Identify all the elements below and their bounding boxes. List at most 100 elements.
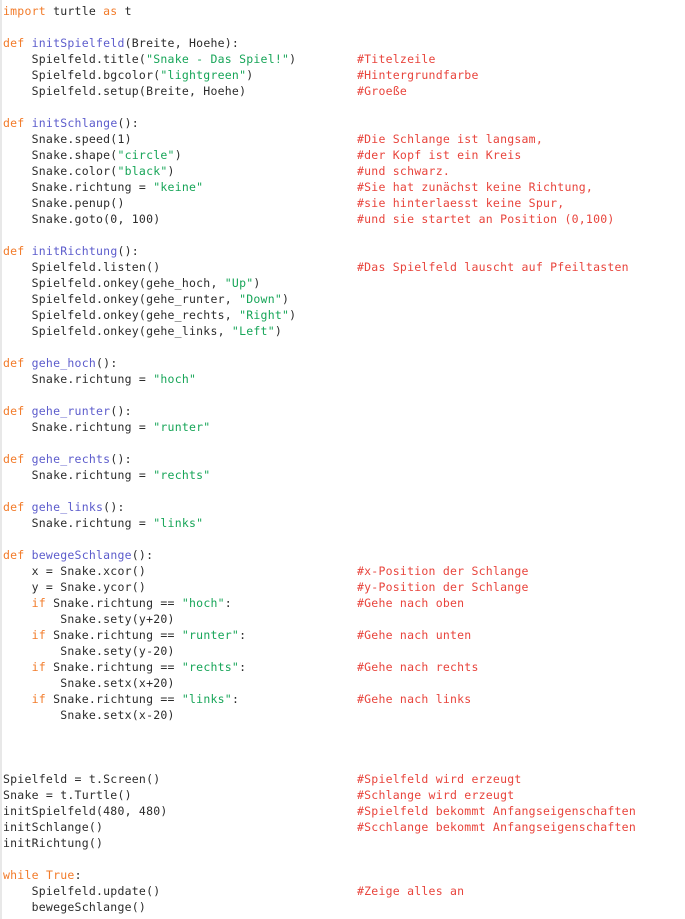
code-token-plain: Snake.richtung = — [3, 180, 154, 194]
code-comment: #Spielfeld wird erzeugt — [357, 772, 522, 786]
code-line[interactable] — [0, 339, 685, 355]
code-line[interactable] — [0, 755, 685, 771]
code-line-content: Snake.richtung = "keine" — [3, 180, 203, 194]
code-comment: #Hintergrundfarbe — [357, 68, 479, 82]
code-line[interactable]: if Snake.richtung == "links": #Gehe nach … — [0, 691, 685, 707]
code-line[interactable]: Snake.penup() #sie hinterlaesst keine Spu… — [0, 195, 685, 211]
code-line[interactable]: while True: — [0, 867, 685, 883]
code-line[interactable]: if Snake.richtung == "hoch": #Gehe nach o… — [0, 595, 685, 611]
code-line-content: def gehe_rechts(): — [3, 452, 132, 466]
code-line[interactable]: bewegeSchlange() — [0, 899, 685, 915]
code-line[interactable]: Spielfeld.setup(Breite, Hoehe) #Groeße — [0, 83, 685, 99]
code-token-string: "links" — [153, 516, 204, 530]
code-line[interactable]: Snake.speed(1) #Die Schlange ist langsam, — [0, 131, 685, 147]
code-line[interactable]: Snake.richtung = "runter" — [0, 419, 685, 435]
code-comment: #Titelzeile — [357, 52, 436, 66]
code-line[interactable] — [0, 739, 685, 755]
code-line[interactable] — [0, 723, 685, 739]
code-line[interactable]: initSpielfeld(480, 480) #Spielfeld bekomm… — [0, 803, 685, 819]
code-token-keyword: def — [3, 116, 25, 130]
code-token-def: gehe_runter — [31, 404, 111, 418]
code-token-plain: t — [117, 4, 132, 18]
code-line[interactable]: def gehe_runter(): — [0, 403, 685, 419]
code-token-def: initSchlange — [31, 116, 118, 130]
code-line-content: Spielfeld.setup(Breite, Hoehe) — [3, 84, 246, 98]
code-line[interactable]: Spielfeld = t.Screen() #Spielfeld wird er… — [0, 771, 685, 787]
code-line[interactable]: Snake.color("black") #und schwarz. — [0, 163, 685, 179]
code-line[interactable]: if Snake.richtung == "runter": #Gehe nach… — [0, 627, 685, 643]
code-line[interactable]: Spielfeld.onkey(gehe_runter, "Down") — [0, 291, 685, 307]
code-token-plain: Snake.richtung == — [45, 628, 182, 642]
code-line[interactable] — [0, 531, 685, 547]
code-comment: #Gehe nach unten — [357, 628, 472, 642]
code-line[interactable] — [0, 227, 685, 243]
code-line[interactable]: if Snake.richtung == "rechts": #Gehe nach… — [0, 659, 685, 675]
code-line[interactable]: Snake.setx(x-20) — [0, 707, 685, 723]
code-token-plain: Spielfeld.onkey(gehe_runter, — [3, 292, 240, 306]
code-line[interactable]: x = Snake.xcor() #x-Position der Schlange — [0, 563, 685, 579]
code-line[interactable]: Spielfeld.onkey(gehe_links, "Left") — [0, 323, 685, 339]
code-comment: #Schlange wird erzeugt — [357, 788, 515, 802]
code-token-keyword: if — [31, 692, 46, 706]
code-token-plain: ) — [167, 164, 175, 178]
code-line[interactable] — [0, 19, 685, 35]
code-line-content: import turtle as t — [3, 4, 132, 18]
code-line[interactable]: Snake.richtung = "hoch" — [0, 371, 685, 387]
code-line[interactable]: Snake.goto(0, 100) #und sie startet an Po… — [0, 211, 685, 227]
code-line[interactable]: initRichtung() — [0, 835, 685, 851]
code-line[interactable]: Snake.richtung = "links" — [0, 515, 685, 531]
code-line[interactable]: Spielfeld.update() #Zeige alles an — [0, 883, 685, 899]
code-comment: #x-Position der Schlange — [357, 564, 529, 578]
code-token-plain: (): — [103, 500, 125, 514]
code-line[interactable]: def gehe_rechts(): — [0, 451, 685, 467]
code-token-plain: : — [231, 692, 240, 706]
code-line[interactable]: Snake.sety(y-20) — [0, 643, 685, 659]
code-line[interactable]: Snake.sety(y+20) — [0, 611, 685, 627]
code-line[interactable]: initSchlange() #Scchlange bekommt Anfangs… — [0, 819, 685, 835]
code-token-plain: : — [74, 868, 82, 882]
code-token-def: initSpielfeld — [31, 36, 125, 50]
code-line[interactable]: Spielfeld.bgcolor("lightgreen") #Hintergr… — [0, 67, 685, 83]
code-line[interactable] — [0, 99, 685, 115]
code-comment: #und schwarz. — [357, 164, 450, 178]
code-token-plain: (): — [96, 356, 118, 370]
code-line[interactable]: Spielfeld.listen() #Das Spielfeld lauscht… — [0, 259, 685, 275]
code-line[interactable]: def initRichtung(): — [0, 243, 685, 259]
code-line-content: x = Snake.xcor() — [3, 564, 146, 578]
code-token-plain: ) — [282, 292, 290, 306]
code-token-keyword: def — [3, 36, 25, 50]
code-line[interactable]: def gehe_hoch(): — [0, 355, 685, 371]
code-token-plain: Snake.shape( — [3, 148, 118, 162]
code-line[interactable]: Snake.shape("circle") #der Kopf ist ein K… — [0, 147, 685, 163]
code-token-plain: Spielfeld.update() — [3, 884, 161, 898]
code-line[interactable] — [0, 483, 685, 499]
code-comment: #Scchlange bekommt Anfangseigenschaften — [357, 820, 636, 834]
code-token-plain: (Breite, Hoehe): — [124, 36, 240, 50]
code-line[interactable]: Spielfeld.onkey(gehe_hoch, "Up") — [0, 275, 685, 291]
code-line[interactable]: def gehe_links(): — [0, 499, 685, 515]
code-line-content: Snake.penup() — [3, 196, 125, 210]
code-line-content: Snake.sety(y+20) — [3, 612, 175, 626]
code-line[interactable]: def bewegeSchlange(): — [0, 547, 685, 563]
code-line[interactable]: Spielfeld.title("Snake - Das Spiel!") #Ti… — [0, 51, 685, 67]
code-token-plain: Spielfeld.onkey(gehe_rechts, — [3, 308, 240, 322]
code-line[interactable]: Snake = t.Turtle() #Schlange wird erzeugt — [0, 787, 685, 803]
code-line[interactable]: import turtle as t — [0, 3, 685, 19]
code-line-content: initRichtung() — [3, 836, 103, 850]
code-listing[interactable]: import turtle as t def initSpielfeld(Brei… — [0, 0, 685, 919]
code-lines-container[interactable]: import turtle as t def initSpielfeld(Brei… — [0, 3, 685, 915]
code-line[interactable]: Snake.richtung = "keine" #Sie hat zunächs… — [0, 179, 685, 195]
code-line[interactable]: def initSpielfeld(Breite, Hoehe): — [0, 35, 685, 51]
code-line[interactable]: Spielfeld.onkey(gehe_rechts, "Right") — [0, 307, 685, 323]
code-line[interactable]: Snake.setx(x+20) — [0, 675, 685, 691]
code-line[interactable]: y = Snake.ycor() #y-Position der Schlange — [0, 579, 685, 595]
code-line[interactable] — [0, 387, 685, 403]
code-line[interactable] — [0, 435, 685, 451]
code-line[interactable] — [0, 851, 685, 867]
code-token-string: "keine" — [153, 180, 204, 194]
code-line[interactable]: Snake.richtung = "rechts" — [0, 467, 685, 483]
code-token-plain: Snake.richtung == — [45, 692, 182, 706]
code-token-plain: Snake.penup() — [3, 196, 125, 210]
code-line[interactable]: def initSchlange(): — [0, 115, 685, 131]
